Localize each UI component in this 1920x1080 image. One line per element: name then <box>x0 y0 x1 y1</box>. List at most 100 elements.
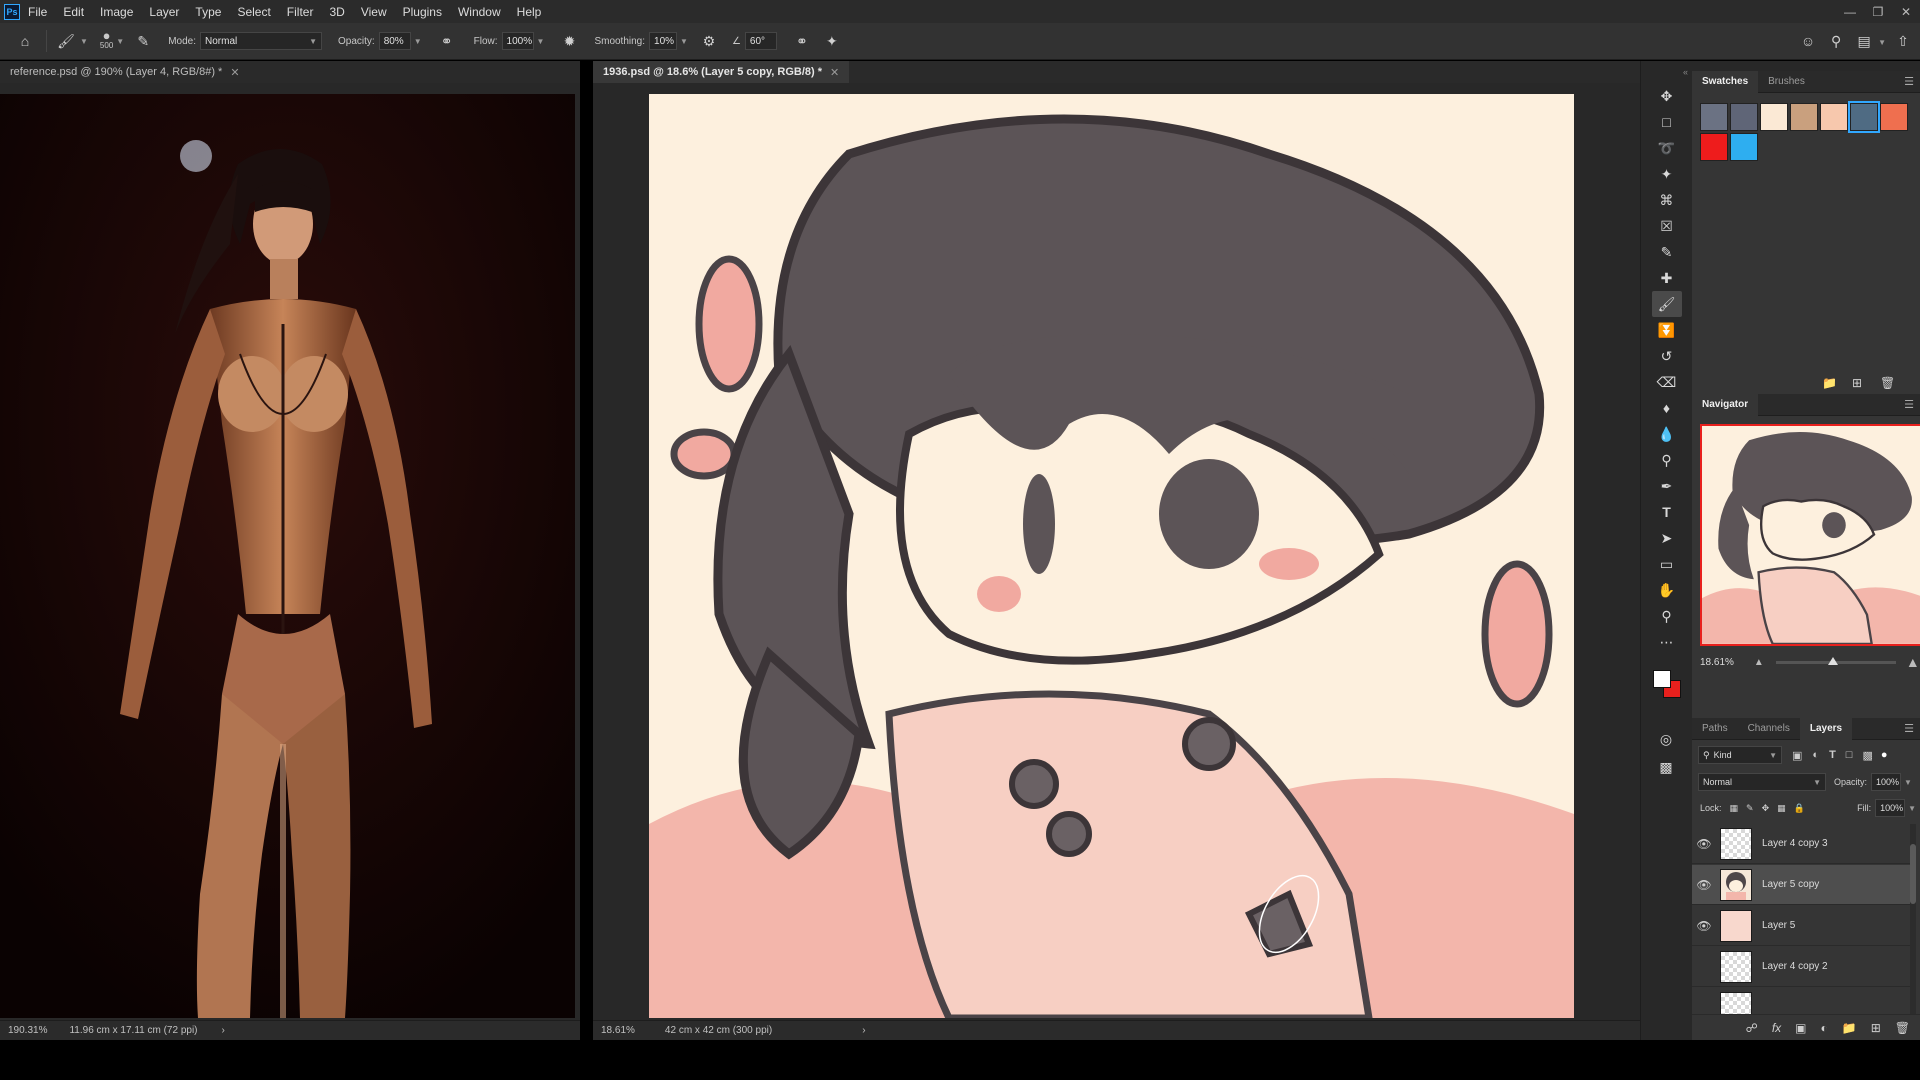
type-filter-icon[interactable]: T <box>1829 749 1836 761</box>
tab-reference-doc[interactable]: reference.psd @ 190% (Layer 4, RGB/8#) *… <box>0 61 250 83</box>
panel-menu-icon[interactable]: ☰ <box>1904 75 1914 88</box>
chevron-down-icon[interactable]: ▼ <box>80 37 88 46</box>
healing-icon[interactable]: ✚ <box>1652 265 1682 291</box>
symmetry-icon[interactable]: ✦ <box>821 30 843 52</box>
tab-navigator[interactable]: Navigator <box>1692 393 1759 416</box>
zoom-slider-handle[interactable] <box>1827 656 1838 665</box>
lock-all-icon[interactable]: 🔒 <box>1794 803 1805 814</box>
new-swatch-icon[interactable]: ⊞ <box>1852 376 1862 390</box>
quick-mask-icon[interactable]: ◎ <box>1651 726 1681 752</box>
pixel-filter-icon[interactable]: ▣ <box>1792 749 1802 762</box>
swatch[interactable] <box>1730 103 1758 131</box>
folder-icon[interactable]: 📁 <box>1822 376 1837 390</box>
magic-wand-icon[interactable]: ✦ <box>1652 161 1682 187</box>
smoothing-field[interactable]: 10% <box>649 32 678 50</box>
chevron-down-icon[interactable]: ▼ <box>537 37 545 46</box>
menu-help[interactable]: Help <box>509 5 550 19</box>
menu-type[interactable]: Type <box>187 5 229 19</box>
swatch[interactable] <box>1790 103 1818 131</box>
swatch[interactable] <box>1700 133 1728 161</box>
color-picker[interactable] <box>1649 666 1685 702</box>
lock-artboard-icon[interactable]: ▦ <box>1777 803 1786 814</box>
restore-icon[interactable]: ❐ <box>1864 0 1892 23</box>
tab-main-doc[interactable]: 1936.psd @ 18.6% (Layer 5 copy, RGB/8) *… <box>593 61 850 83</box>
eye-hidden-icon[interactable]: □ <box>1692 1001 1716 1015</box>
fx-icon[interactable]: fx <box>1772 1021 1781 1035</box>
menu-select[interactable]: Select <box>229 5 278 19</box>
layers-scrollbar[interactable] <box>1910 824 1916 1014</box>
more-icon[interactable]: ⋯ <box>1652 629 1682 655</box>
fill-field[interactable]: 100% <box>1875 799 1906 817</box>
home-icon[interactable]: ⌂ <box>14 30 36 52</box>
angle-field[interactable]: 60° <box>744 32 777 50</box>
chevron-right-icon[interactable]: › <box>222 1025 225 1036</box>
move-icon[interactable]: ✥ <box>1652 83 1682 109</box>
swatch[interactable] <box>1880 103 1908 131</box>
panel-menu-icon[interactable]: ☰ <box>1904 398 1914 411</box>
blend-mode-select[interactable]: Normal ▼ <box>1698 773 1826 791</box>
new-layer-icon[interactable]: ⊞ <box>1871 1021 1881 1035</box>
chevron-down-icon[interactable]: ▼ <box>680 37 688 46</box>
menu-plugins[interactable]: Plugins <box>395 5 450 19</box>
swatch[interactable] <box>1848 101 1880 133</box>
layer-row[interactable]: □ Layer 4 copy 2 <box>1692 947 1910 987</box>
right-zoom-level[interactable]: 18.61% <box>601 1025 635 1036</box>
flow-field[interactable]: 100% <box>501 32 534 50</box>
tab-swatches[interactable]: Swatches <box>1692 70 1759 93</box>
adjustment-layer-icon[interactable]: ◐ <box>1821 1021 1828 1035</box>
history-brush-icon[interactable]: ↺ <box>1652 343 1682 369</box>
trash-icon[interactable]: 🗑 <box>1895 1021 1910 1035</box>
opacity-field[interactable]: 80% <box>378 32 411 50</box>
blur-icon[interactable]: 💧 <box>1652 421 1682 447</box>
layer-row[interactable]: 👁 Layer 5 copy <box>1692 865 1910 905</box>
brush-tool-icon[interactable]: 🖌 <box>55 30 77 52</box>
path-select-icon[interactable]: ➤ <box>1652 525 1682 551</box>
collapse-toolbar-icon[interactable]: « <box>1641 61 1692 83</box>
scrollbar-thumb[interactable] <box>1910 844 1916 904</box>
crop-icon[interactable]: ⌘ <box>1652 187 1682 213</box>
layer-kind-filter[interactable]: ⚲ Kind ▼ <box>1698 746 1782 764</box>
close-icon[interactable]: ✕ <box>1892 0 1920 23</box>
smart-object-filter-icon[interactable]: ▩ <box>1862 749 1872 762</box>
eyedropper-icon[interactable]: ✎ <box>1652 239 1682 265</box>
navigator-zoom-value[interactable]: 18.61% <box>1700 657 1734 668</box>
layer-row[interactable]: 👁 Layer 4 copy 3 <box>1692 824 1910 864</box>
artwork-canvas[interactable] <box>649 94 1574 1018</box>
close-icon[interactable]: ✕ <box>230 66 239 79</box>
layer-row[interactable]: □ <box>1692 988 1910 1014</box>
trash-icon[interactable]: 🗑 <box>1880 376 1895 390</box>
close-icon[interactable]: ✕ <box>830 66 839 79</box>
tab-paths[interactable]: Paths <box>1692 718 1738 740</box>
menu-image[interactable]: Image <box>92 5 141 19</box>
lock-pixels-icon[interactable]: ✎ <box>1746 803 1754 814</box>
navigator-preview[interactable] <box>1700 424 1920 646</box>
swatch[interactable] <box>1700 103 1728 131</box>
airbrush-icon[interactable]: ✹ <box>558 30 580 52</box>
chevron-down-icon[interactable]: ▼ <box>1904 778 1912 787</box>
reference-canvas[interactable] <box>0 94 575 1018</box>
adjustment-filter-icon[interactable]: ◐ <box>1812 749 1819 761</box>
tab-channels[interactable]: Channels <box>1738 718 1800 740</box>
type-icon[interactable]: T <box>1652 499 1682 525</box>
filter-toggle-icon[interactable]: ● <box>1881 749 1888 761</box>
shape-filter-icon[interactable]: □ <box>1846 749 1853 761</box>
group-folder-icon[interactable]: 📁 <box>1842 1021 1857 1035</box>
chevron-down-icon[interactable]: ▼ <box>414 37 422 46</box>
zoom-out-icon[interactable]: ▲ <box>1754 657 1764 668</box>
layer-opacity-field[interactable]: 100% <box>1871 773 1902 791</box>
chevron-down-icon[interactable]: ▼ <box>1878 38 1886 52</box>
menu-edit[interactable]: Edit <box>55 5 92 19</box>
zoom-slider[interactable] <box>1775 656 1896 665</box>
swatch[interactable] <box>1820 103 1848 131</box>
chevron-right-icon[interactable]: › <box>862 1025 865 1036</box>
frame-icon[interactable]: ☒ <box>1652 213 1682 239</box>
brush-preset-picker[interactable]: ● 500 <box>100 29 113 51</box>
link-layers-icon[interactable]: ☍ <box>1746 1021 1758 1035</box>
lock-position-icon[interactable]: ✥ <box>1762 803 1770 814</box>
mode-select[interactable]: Normal ▼ <box>200 32 322 50</box>
pen-icon[interactable]: ✒ <box>1652 473 1682 499</box>
layer-row[interactable]: 👁 Layer 5 <box>1692 906 1910 946</box>
menu-layer[interactable]: Layer <box>141 5 187 19</box>
layer-mask-icon[interactable]: ▣ <box>1795 1021 1806 1035</box>
eye-icon[interactable]: 👁 <box>1692 837 1716 851</box>
